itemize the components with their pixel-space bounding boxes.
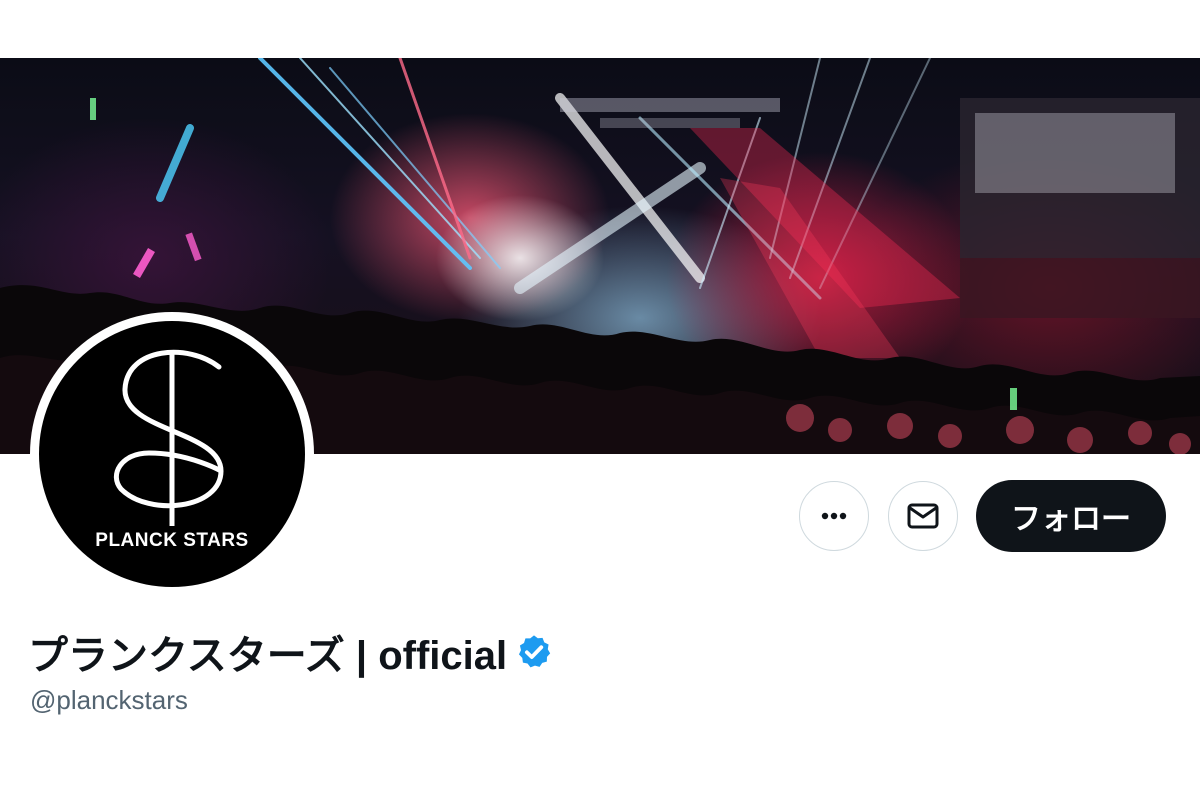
ellipsis-icon (821, 512, 847, 520)
profile-name-row: プランクスターズ | official (28, 626, 553, 678)
avatar-logo: PLANCK STARS (39, 321, 305, 587)
profile-avatar[interactable]: PLANCK STARS (30, 312, 314, 596)
verified-badge-icon[interactable] (515, 633, 553, 671)
profile-handle: @planckstars (30, 685, 188, 715)
avatar-logo-text: PLANCK STARS (95, 530, 249, 551)
message-button[interactable] (888, 481, 958, 551)
mail-icon (907, 503, 939, 529)
more-options-button[interactable] (799, 481, 869, 551)
follow-button[interactable]: フォロー (976, 480, 1166, 552)
display-name: プランクスターズ | official (28, 634, 508, 678)
